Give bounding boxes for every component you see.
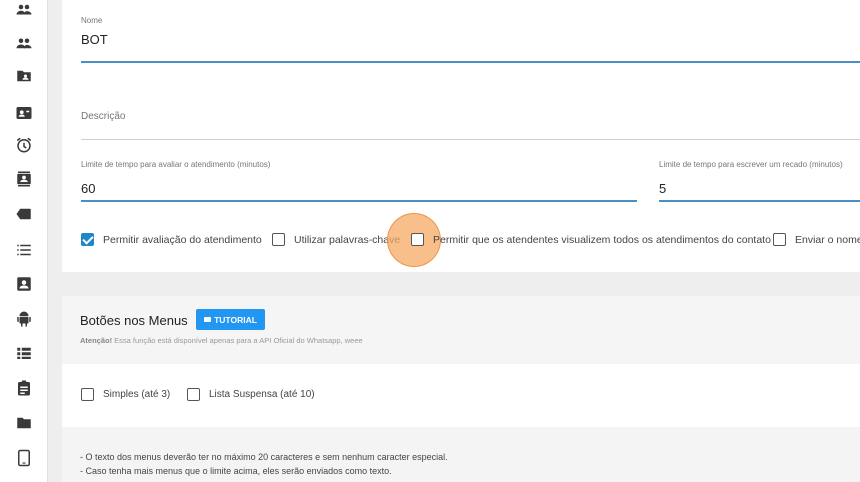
use-keywords-checkbox[interactable]: [272, 233, 285, 246]
description-underline: [81, 139, 860, 140]
folder-account-icon[interactable]: [14, 66, 34, 86]
name-input[interactable]: BOT: [81, 32, 108, 47]
menu-note-1: - O texto dos menus deverão ter no máxim…: [80, 452, 448, 462]
description-input[interactable]: Descrição: [81, 111, 125, 122]
alarm-icon[interactable]: [14, 135, 34, 155]
group-icon[interactable]: [14, 33, 34, 53]
tutorial-label: TUTORIAL: [214, 314, 257, 325]
sidebar: [0, 0, 48, 482]
video-camera-icon: [204, 317, 212, 322]
tutorial-button[interactable]: TUTORIAL: [196, 309, 265, 330]
simple-menu-checkbox[interactable]: [81, 388, 94, 401]
allow-evaluation-checkbox[interactable]: [81, 233, 94, 246]
tag-icon[interactable]: [14, 204, 34, 224]
view-list-icon[interactable]: [14, 343, 34, 363]
use-keywords-label: Utilizar palavras-chave: [294, 234, 401, 246]
send-name-checkbox[interactable]: [773, 233, 786, 246]
folder-icon[interactable]: [14, 413, 34, 433]
dropdown-menu-checkbox[interactable]: [187, 388, 200, 401]
write-time-label: Limite de tempo para escrever um recado …: [659, 160, 843, 169]
clipboard-icon[interactable]: [14, 378, 34, 398]
attention-bold: Atenção!: [80, 336, 113, 345]
list-icon[interactable]: [14, 240, 34, 260]
users-icon[interactable]: [14, 0, 34, 20]
tablet-icon[interactable]: [14, 448, 34, 468]
contact-card-icon[interactable]: [14, 103, 34, 123]
eval-time-label: Limite de tempo para avaliar o atendimen…: [81, 160, 271, 169]
account-box-icon[interactable]: [14, 274, 34, 294]
android-icon[interactable]: [14, 309, 34, 329]
simple-menu-label: Simples (até 3): [103, 389, 171, 400]
view-all-attendances-checkbox[interactable]: [411, 233, 424, 246]
name-underline: [81, 61, 860, 63]
write-time-input[interactable]: 5: [659, 181, 666, 196]
eval-time-underline: [81, 200, 637, 202]
send-name-label: Enviar o nome: [795, 234, 860, 246]
view-all-attendances-label: Permitir que os atendentes visualizem to…: [433, 234, 771, 246]
allow-evaluation-label: Permitir avaliação do atendimento: [103, 234, 262, 246]
menu-buttons-title: Botões nos Menus: [80, 313, 188, 328]
attention-text: Atenção! Essa função está disponível ape…: [80, 336, 363, 345]
write-time-underline: [659, 200, 860, 202]
name-label: Nome: [81, 16, 103, 25]
menu-buttons-header: [62, 296, 860, 364]
settings-card: [62, 0, 860, 272]
dropdown-menu-label: Lista Suspensa (até 10): [209, 389, 315, 400]
contacts-book-icon[interactable]: [14, 169, 34, 189]
eval-time-input[interactable]: 60: [81, 181, 95, 196]
menu-note-2: - Caso tenha mais menus que o limite aci…: [80, 466, 392, 476]
attention-body: Essa função está disponível apenas para …: [112, 336, 363, 345]
